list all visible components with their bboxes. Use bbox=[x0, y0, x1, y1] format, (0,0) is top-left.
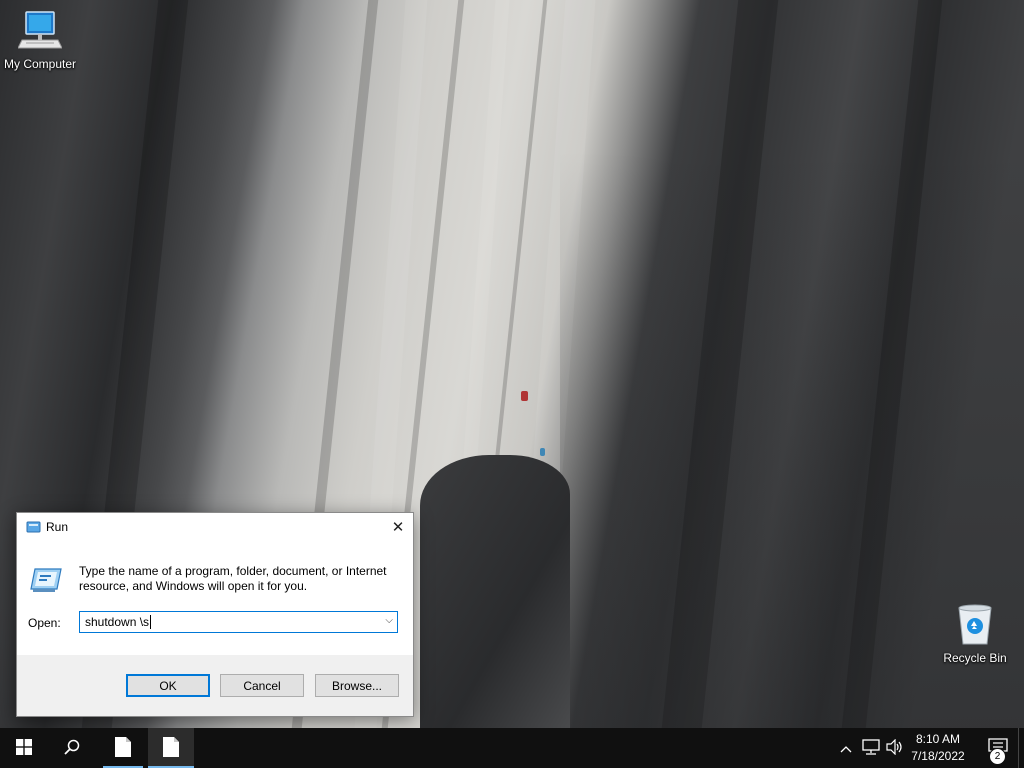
cancel-button[interactable]: Cancel bbox=[220, 674, 304, 697]
run-icon bbox=[26, 521, 41, 536]
network-button[interactable] bbox=[858, 728, 884, 768]
speaker-icon bbox=[886, 738, 904, 758]
show-desktop-button[interactable] bbox=[1018, 728, 1024, 768]
ok-button[interactable]: OK bbox=[126, 674, 210, 697]
climber-blue bbox=[540, 448, 545, 456]
browse-button[interactable]: Browse... bbox=[315, 674, 399, 697]
close-button[interactable]: ✕ bbox=[383, 513, 413, 541]
search-icon bbox=[64, 739, 80, 758]
document-icon bbox=[115, 736, 131, 760]
show-hidden-icons-button[interactable] bbox=[836, 728, 856, 768]
clock-time: 8:10 AM bbox=[915, 732, 961, 746]
open-label: Open: bbox=[28, 616, 61, 630]
clock[interactable]: 8:10 AM 7/18/2022 bbox=[906, 728, 970, 768]
desktop-icon-recycle-bin[interactable]: Recycle Bin bbox=[935, 602, 1015, 665]
close-icon: ✕ bbox=[391, 519, 405, 536]
desktop-icon-my-computer[interactable]: My Computer bbox=[0, 8, 80, 71]
climber-red bbox=[521, 391, 528, 401]
dialog-title: Run bbox=[46, 520, 69, 534]
taskbar: 8:10 AM 7/18/2022 bbox=[0, 728, 1024, 768]
text-caret bbox=[150, 615, 151, 629]
windows-start-icon bbox=[16, 738, 32, 758]
search-button[interactable] bbox=[48, 728, 96, 768]
dialog-description: Type the name of a program, folder, docu… bbox=[79, 564, 387, 593]
desktop-icon-label: My Computer bbox=[3, 57, 77, 71]
desktop-icon-label: Recycle Bin bbox=[943, 651, 1007, 665]
volume-button[interactable] bbox=[884, 728, 906, 768]
chevron-up-icon bbox=[840, 741, 852, 756]
open-combobox[interactable]: shutdown \s ⌵ bbox=[79, 611, 398, 633]
open-input[interactable]: shutdown \s bbox=[85, 615, 149, 629]
taskbar-app-document-active[interactable] bbox=[148, 728, 194, 768]
run-dialog: Run ✕ Type the name of a program, folder… bbox=[16, 512, 414, 717]
taskbar-app-document[interactable] bbox=[100, 728, 146, 768]
recycle-bin-icon bbox=[935, 602, 1015, 649]
notification-count-badge: 2 bbox=[989, 748, 1006, 765]
monitor-icon bbox=[0, 8, 80, 55]
network-icon bbox=[862, 738, 880, 758]
clock-date: 7/18/2022 bbox=[911, 749, 965, 763]
start-button[interactable] bbox=[0, 728, 48, 768]
run-program-icon bbox=[29, 567, 63, 596]
run-titlebar[interactable]: Run ✕ bbox=[17, 513, 413, 541]
document-icon bbox=[163, 736, 179, 760]
chevron-down-icon[interactable]: ⌵ bbox=[385, 615, 393, 626]
